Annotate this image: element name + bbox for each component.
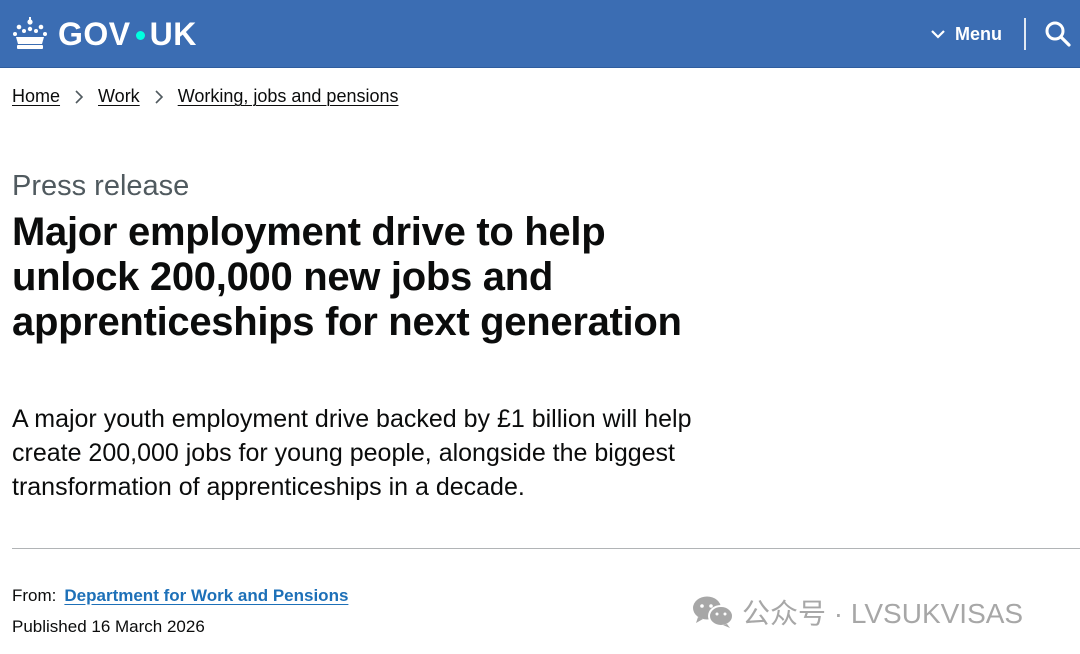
menu-button[interactable]: Menu (930, 20, 1002, 48)
wechat-icon (693, 596, 734, 628)
search-button[interactable] (1044, 20, 1072, 48)
chevron-right-icon (155, 89, 163, 104)
chevron-down-icon (931, 30, 945, 39)
page-title: Major employment drive to help unlock 20… (12, 210, 682, 344)
watermark: 公众号 · LVSUKVISAS (692, 592, 1023, 632)
menu-label: Menu (955, 23, 1002, 44)
govuk-logotype: GOV UK (58, 18, 197, 50)
published-date: Published 16 March 2026 (12, 617, 205, 636)
organisation-link[interactable]: Department for Work and Pensions (64, 586, 348, 606)
metadata-from: From: Department for Work and Pensions (12, 586, 348, 606)
site-header: GOV UK Menu (0, 0, 1080, 68)
breadcrumb-work[interactable]: Work (98, 86, 140, 107)
logo-dot (135, 30, 145, 40)
logo-text-gov: GOV (58, 16, 131, 52)
header-divider (1024, 18, 1026, 50)
lede-summary: A major youth employment drive backed by… (12, 405, 692, 501)
document-type-caption: Press release (12, 170, 190, 202)
chevron-right-icon (75, 89, 84, 104)
breadcrumb: Home Work Working, jobs and pensions (12, 86, 399, 107)
search-icon (1045, 21, 1071, 47)
govuk-logo-link[interactable]: GOV UK (12, 14, 197, 54)
from-label: From: (12, 586, 57, 605)
breadcrumb-home[interactable]: Home (12, 86, 60, 107)
watermark-text: 公众号 · LVSUKVISAS (742, 598, 1024, 629)
crown-icon (13, 17, 47, 49)
section-divider (12, 548, 1080, 549)
logo-text-uk: UK (149, 16, 197, 52)
breadcrumb-working-jobs-pensions[interactable]: Working, jobs and pensions (178, 86, 399, 107)
